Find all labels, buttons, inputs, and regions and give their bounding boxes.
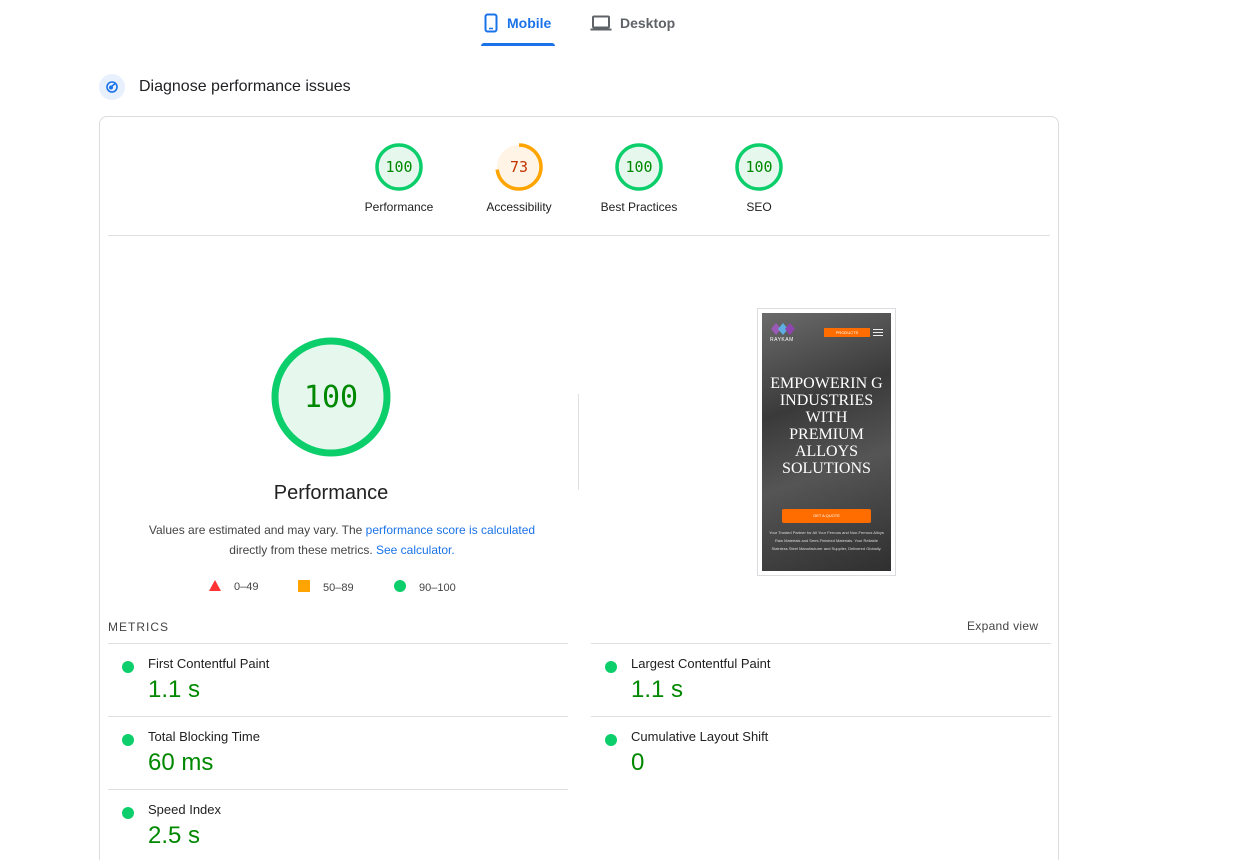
metric-name: Speed Index [148, 802, 222, 817]
legend-range: 50–89 [323, 581, 354, 594]
report-card: 100 Performance 73 Accessibility 100 Bes… [99, 116, 1059, 860]
seo-gauge: 100 [735, 143, 783, 191]
active-tab-indicator [481, 43, 555, 46]
smartphone-icon [484, 13, 498, 33]
pass-circle-icon [122, 807, 134, 819]
hamburger-icon [873, 329, 883, 336]
screenshot-content: RAYKAM PRODUCTS EMPOWERIN G INDUSTRIES W… [762, 313, 891, 571]
metric-name: First Contentful Paint [148, 656, 270, 671]
performance-big-score: 100 [304, 380, 358, 415]
accessibility-score: 73 [510, 158, 528, 176]
category-label: SEO [746, 200, 772, 214]
metric-divider [591, 643, 1051, 644]
legend-range: 0–49 [234, 581, 259, 593]
see-calculator-link[interactable]: See calculator. [376, 543, 455, 557]
screenshot-subtext: Your Trusted Partner for All Your Ferrou… [769, 530, 884, 551]
performance-gauge: 100 [375, 143, 423, 191]
performance-big-gauge: 100 [271, 337, 391, 457]
category-label: Best Practices [600, 200, 678, 214]
raykam-logo [771, 323, 795, 335]
category-performance[interactable]: 100 Performance [349, 142, 449, 214]
section-title: Diagnose performance issues [139, 78, 351, 95]
best-practices-gauge: 100 [615, 143, 663, 191]
legend-average: 50–89 [298, 580, 354, 595]
performance-score: 100 [385, 158, 412, 176]
screenshot-cta: GET A QUOTE [782, 509, 871, 523]
tab-desktop-label: Desktop [620, 15, 676, 31]
screenshot-products-button: PRODUCTS [824, 328, 870, 337]
page-screenshot[interactable]: RAYKAM PRODUCTS EMPOWERIN G INDUSTRIES W… [757, 308, 896, 576]
triangle-icon [209, 580, 221, 594]
score-calculated-link[interactable]: performance score is calculated [366, 523, 535, 537]
category-best-practices[interactable]: 100 Best Practices [589, 142, 689, 214]
metric-value: 1.1 s [631, 676, 684, 703]
metrics-heading: METRICS [108, 620, 169, 634]
metric-value: 2.5 s [148, 822, 201, 849]
legend-pass: 90–100 [394, 580, 456, 595]
score-note: Values are estimated and may vary. The p… [122, 520, 562, 560]
metric-name: Total Blocking Time [148, 729, 260, 744]
legend-range: 90–100 [419, 581, 456, 594]
category-label: Performance [364, 200, 434, 214]
expand-view-toggle[interactable]: Expand view [967, 619, 1038, 633]
section-header: Diagnose performance issues [99, 74, 351, 100]
laptop-icon [590, 15, 612, 31]
pass-circle-icon [605, 661, 617, 673]
category-label: Accessibility [486, 200, 552, 214]
circle-icon [394, 580, 406, 595]
metric-name: Cumulative Layout Shift [631, 729, 769, 744]
pass-circle-icon [605, 734, 617, 746]
tab-mobile[interactable]: Mobile [481, 0, 555, 46]
note-text: directly from these metrics. [229, 543, 376, 557]
best-practices-score: 100 [625, 158, 652, 176]
category-seo[interactable]: 100 SEO [709, 142, 809, 214]
screenshot-brand: RAYKAM [770, 337, 794, 343]
metric-divider [108, 789, 568, 790]
metric-divider [108, 643, 568, 644]
accessibility-gauge: 73 [495, 143, 543, 191]
screenshot-headline: EMPOWERIN G INDUSTRIES WITH PREMIUM ALLO… [770, 375, 883, 477]
metric-value: 60 ms [148, 749, 214, 776]
metric-divider [108, 716, 568, 717]
tab-mobile-label: Mobile [507, 15, 552, 31]
metric-name: Largest Contentful Paint [631, 656, 771, 671]
category-accessibility[interactable]: 73 Accessibility [469, 142, 569, 214]
metric-divider [591, 716, 1051, 717]
performance-title: Performance [273, 482, 389, 504]
square-icon [298, 580, 310, 595]
divider [108, 235, 1050, 236]
metric-value: 0 [631, 749, 645, 776]
vertical-divider [578, 394, 579, 490]
metric-value: 1.1 s [148, 676, 201, 703]
diagnose-icon [99, 74, 125, 100]
pass-circle-icon [122, 734, 134, 746]
note-text: Values are estimated and may vary. The [148, 523, 366, 537]
legend-fail: 0–49 [209, 580, 258, 594]
seo-score: 100 [745, 158, 772, 176]
pass-circle-icon [122, 661, 134, 673]
tab-desktop[interactable]: Desktop [590, 0, 690, 46]
